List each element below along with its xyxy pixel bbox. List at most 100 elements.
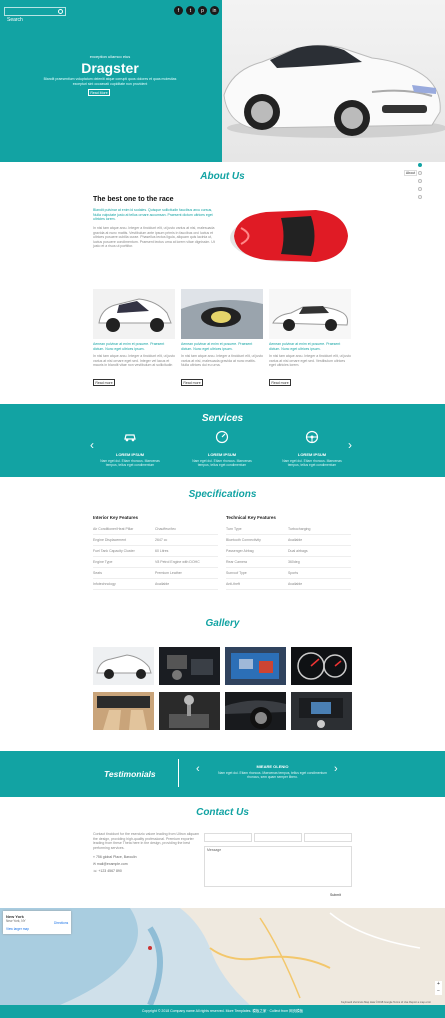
spec-label: Turn Type (226, 527, 242, 531)
testimonials-prev-arrow-icon[interactable]: ‹ (196, 763, 200, 775)
services-section: Services LOREM IPSUM Nam eget dui. Etiam… (0, 404, 445, 477)
contact-info: Contact tincidunt for the esercizio valo… (93, 832, 203, 873)
service-item: LOREM IPSUM Nam eget dui. Etiam rhoncus.… (192, 430, 252, 467)
footer: Copyright © 2018 Company name All rights… (0, 1005, 445, 1018)
spec-row: Passenger Airbag Dual airbags (226, 546, 351, 557)
gallery-image-engine-bay[interactable] (159, 647, 220, 685)
card-read-more-button[interactable]: Read more (93, 379, 115, 386)
service-name: LOREM IPSUM (297, 452, 327, 457)
card-image-headlight (181, 289, 263, 339)
spec-row: Infotechnology Available (93, 579, 218, 590)
red-car-image (226, 198, 351, 274)
card-highlight: Aenean pulvinar at enim et posuere. Prae… (93, 342, 165, 351)
spec-row: Engine Type V8 Petrol Engine with DOHC (93, 557, 218, 568)
subject-field[interactable] (304, 833, 352, 842)
spec-value: 60 Litres (155, 549, 169, 553)
car-icon (124, 434, 136, 442)
spec-label: Rear Camera (226, 560, 248, 564)
hero-read-more-button[interactable]: Read More (88, 89, 110, 96)
testimonials-section: Testimonials ‹ › MIEARE OLENIO Nam eget … (0, 751, 445, 797)
name-field[interactable] (204, 833, 252, 842)
gallery-image-blue-engine[interactable] (225, 647, 286, 685)
social-links: f t p in (174, 6, 219, 15)
message-field[interactable] (204, 846, 352, 887)
spec-row: Rear Camera 360deg (226, 557, 351, 568)
contact-phone-row: ☏ +123 4567 890 (93, 869, 203, 873)
about-title: About Us (200, 171, 245, 182)
search-input[interactable] (5, 16, 57, 24)
twitter-icon[interactable]: t (186, 6, 195, 15)
gallery-image-dashboard[interactable] (291, 692, 352, 730)
spec-row: Fuel Tank Capacity Cluster 60 Litres (93, 546, 218, 557)
hero-section: f t p in exception ullamco eius Dragster… (0, 0, 445, 162)
contact-email-row: ✉ mail@example.com (93, 862, 203, 866)
contact-address-row: ⌖ 756 global Place, Baroulin (93, 855, 203, 859)
services-next-arrow-icon[interactable]: › (348, 438, 352, 452)
spec-value: Sports (288, 571, 299, 575)
search-icon[interactable] (58, 9, 63, 14)
spec-label: Engine Type (93, 560, 113, 564)
about-intro-highlight: Blandit pulvinar at enim id sodales. Qui… (93, 208, 213, 221)
services-title: Services (201, 413, 244, 424)
contact-email[interactable]: mail@example.com (97, 862, 128, 866)
contact-title: Contact Us (196, 807, 249, 818)
interior-features-heading: Interior Key Features (93, 515, 139, 520)
service-description: Nam eget dui. Etiam rhoncus. Maecenas te… (282, 459, 342, 467)
card-highlight: Aenean pulvinar at enim et posuere. Prae… (269, 342, 341, 351)
linkedin-icon[interactable]: in (210, 6, 219, 15)
contact-text: Contact tincidunt for the esercizio valo… (93, 832, 200, 850)
map-zoom-controls[interactable]: + − (435, 981, 442, 995)
spec-value: 360deg (288, 560, 300, 564)
gallery-image-tan-interior[interactable] (93, 692, 154, 730)
spec-value: Chauffeur/tec (155, 527, 176, 531)
footer-copyright: Copyright © 2018 Company name All rights… (141, 1009, 304, 1013)
message-label: Message (207, 848, 222, 852)
about-intro-text: In nisi tam atque arcu. Integer a tincid… (93, 226, 215, 248)
service-description: Nam eget dui. Etiam rhoncus. Maecenas te… (192, 459, 252, 467)
email-field[interactable] (254, 833, 302, 842)
card-text: In nisi tam atque arcu. Integer a tincid… (181, 354, 263, 367)
spec-row: Seats Premium Leather (93, 568, 218, 579)
service-item: LOREM IPSUM Nam eget dui. Etiam rhoncus.… (100, 430, 160, 467)
spec-row: Bluetooth Connectivity Available (226, 535, 351, 546)
hero-title: Dragster (81, 60, 139, 76)
zoom-in-icon[interactable]: + (435, 981, 442, 988)
hero-description: Blandit praesentium voluptatum deleniti … (43, 77, 177, 86)
spec-row: Turn Type Turbocharging (226, 524, 351, 535)
spec-value: Turbocharging (288, 527, 311, 531)
testimonials-next-arrow-icon[interactable]: › (334, 763, 338, 775)
card-text: In nisi tam atque arcu. Integer a tincid… (269, 354, 351, 367)
card-text: In nisi tam atque arcu. Integer a tincid… (93, 354, 175, 367)
card-read-more-button[interactable]: Read more (269, 379, 291, 386)
card-highlight: Aenean pulvinar at enim et posuere. Prae… (181, 342, 253, 351)
dot-nav-item[interactable] (418, 187, 422, 191)
map-embed[interactable]: New York New York, NY View larger map Di… (0, 908, 445, 1005)
services-prev-arrow-icon[interactable]: ‹ (90, 438, 94, 452)
gallery-image-speedometer[interactable] (291, 647, 352, 685)
dot-nav-item[interactable] (418, 195, 422, 199)
contact-phone: +123 4567 890 (98, 869, 122, 873)
service-description: Nam eget dui. Etiam rhoncus. Maecenas te… (100, 459, 160, 467)
spec-row: Anti-theft Available (226, 579, 351, 590)
map-larger-link[interactable]: View larger map (6, 927, 29, 931)
spec-label: Fuel Tank Capacity Cluster (93, 549, 135, 553)
testimonials-title: Testimonials (104, 769, 156, 779)
testimonial-quote: Nam eget dui. Etiam rhoncus. Maecenas te… (218, 771, 327, 779)
hero-car-image (222, 0, 445, 162)
spec-label: Sunroof Type (226, 571, 247, 575)
map-directions-link[interactable]: Directions (54, 921, 68, 925)
card-image-white-suv (93, 289, 175, 339)
search-box[interactable] (4, 7, 66, 24)
gallery-image-white-suv[interactable] (93, 647, 154, 685)
gallery-image-black-wheel[interactable] (225, 692, 286, 730)
spec-label: Engine Displacement (93, 538, 127, 542)
card-read-more-button[interactable]: Read more (181, 379, 203, 386)
zoom-out-icon[interactable]: − (435, 988, 442, 995)
gallery-image-gear-stick[interactable] (159, 692, 220, 730)
pinterest-icon[interactable]: p (198, 6, 207, 15)
spec-label: Passenger Airbag (226, 549, 254, 553)
submit-button[interactable]: Submit (330, 893, 341, 897)
facebook-icon[interactable]: f (174, 6, 183, 15)
dot-nav-item[interactable] (418, 163, 422, 167)
contact-address: 756 global Place, Baroulin (95, 855, 137, 859)
